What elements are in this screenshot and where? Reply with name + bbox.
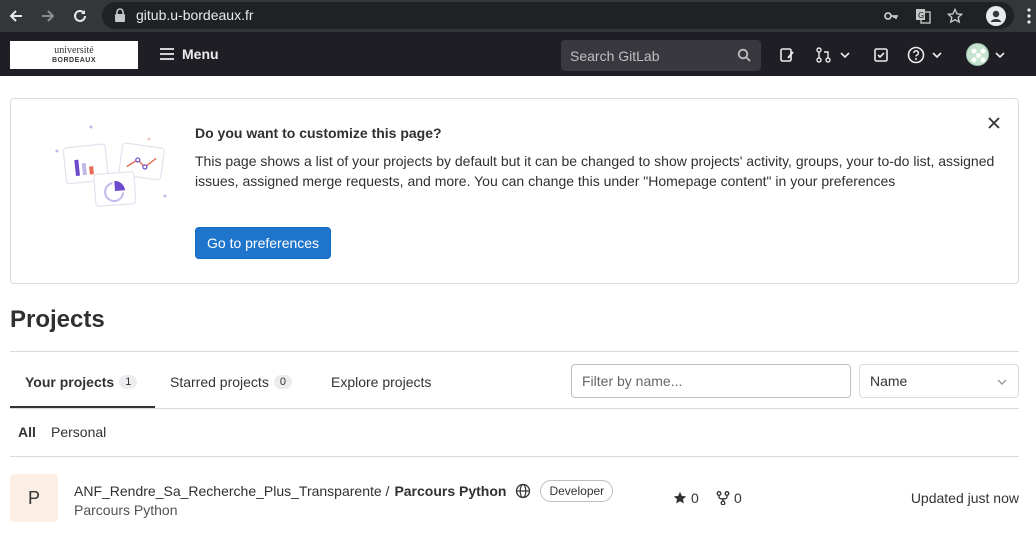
url-text: gitub.u-bordeaux.fr [136,7,254,23]
subtab-personal[interactable]: Personal [51,424,106,440]
role-badge: Developer [540,480,614,502]
help-icon[interactable] [907,44,945,66]
forward-icon[interactable] [37,5,59,27]
filter-placeholder: Filter by name... [582,373,683,389]
menu-button[interactable]: Menu [160,42,219,66]
menu-label: Menu [182,46,219,62]
divider [10,408,1019,409]
back-icon[interactable] [5,5,27,27]
profile-icon[interactable] [985,5,1007,27]
customize-banner: Do you want to customize this page? This… [10,98,1019,284]
avatar[interactable] [966,43,989,66]
reload-icon[interactable] [69,5,91,27]
address-bar[interactable]: gitub.u-bordeaux.fr G [102,2,1014,29]
tab-label: Starred projects [170,374,269,390]
project-name: Parcours Python [394,483,507,499]
lock-icon [115,8,125,22]
banner-title: Do you want to customize this page? [195,125,442,141]
translate-icon[interactable]: G [914,7,932,25]
go-to-preferences-button[interactable]: Go to preferences [195,227,332,259]
star-icon[interactable] [946,7,964,25]
star-count-value: 0 [691,490,699,506]
hamburger-icon [160,48,174,60]
todo-icon[interactable] [870,44,892,66]
logo-line2: BORDEAUX [51,56,97,64]
chevron-down-icon [997,379,1007,385]
fork-count[interactable]: 0 [716,490,742,506]
search-input[interactable]: Search GitLab [561,40,761,71]
sort-dropdown[interactable]: Name [859,364,1019,398]
star-count[interactable]: 0 [673,490,699,506]
browser-toolbar: gitub.u-bordeaux.fr G [0,0,1036,32]
chevron-down-icon[interactable] [992,44,1008,66]
merge-request-icon[interactable] [815,44,853,66]
page-title: Projects [10,306,105,333]
fork-count-value: 0 [734,490,742,506]
count-badge: 1 [119,375,138,389]
search-icon [737,48,751,62]
filter-input[interactable]: Filter by name... [571,364,851,398]
university-logo[interactable]: université BORDEAUX [10,41,138,69]
tab-starred-projects[interactable]: Starred projects 0 [170,374,292,390]
snippet-icon[interactable] [776,44,798,66]
subtab-all[interactable]: All [18,424,36,440]
globe-icon [516,483,531,499]
tab-label: Explore projects [331,374,432,390]
divider [10,351,1019,352]
search-placeholder: Search GitLab [570,47,660,64]
svg-text:G: G [918,11,924,20]
tab-your-projects[interactable]: Your projects 1 [25,374,138,390]
customize-illustration [55,125,167,207]
key-icon[interactable] [882,7,900,25]
tab-explore-projects[interactable]: Explore projects [331,374,431,390]
divider [10,456,1019,457]
fork-icon [716,491,730,505]
banner-text: This page shows a list of your projects … [195,153,995,189]
count-badge: 0 [273,375,292,389]
project-title[interactable]: ANF_Rendre_Sa_Recherche_Plus_Transparent… [74,480,614,502]
sort-value: Name [870,373,908,389]
project-avatar[interactable]: P [10,474,58,522]
close-icon[interactable] [986,115,1002,131]
kebab-icon[interactable] [1018,5,1036,27]
logo-line1: université [54,44,94,56]
star-icon [673,491,687,504]
updated-timestamp: Updated just now [910,490,1019,506]
project-namespace: ANF_Rendre_Sa_Recherche_Plus_Transparent… [74,483,390,499]
project-description: Parcours Python [74,502,178,518]
gitlab-header: université BORDEAUX Menu Search GitLab [0,32,1036,76]
tab-label: Your projects [25,374,115,390]
